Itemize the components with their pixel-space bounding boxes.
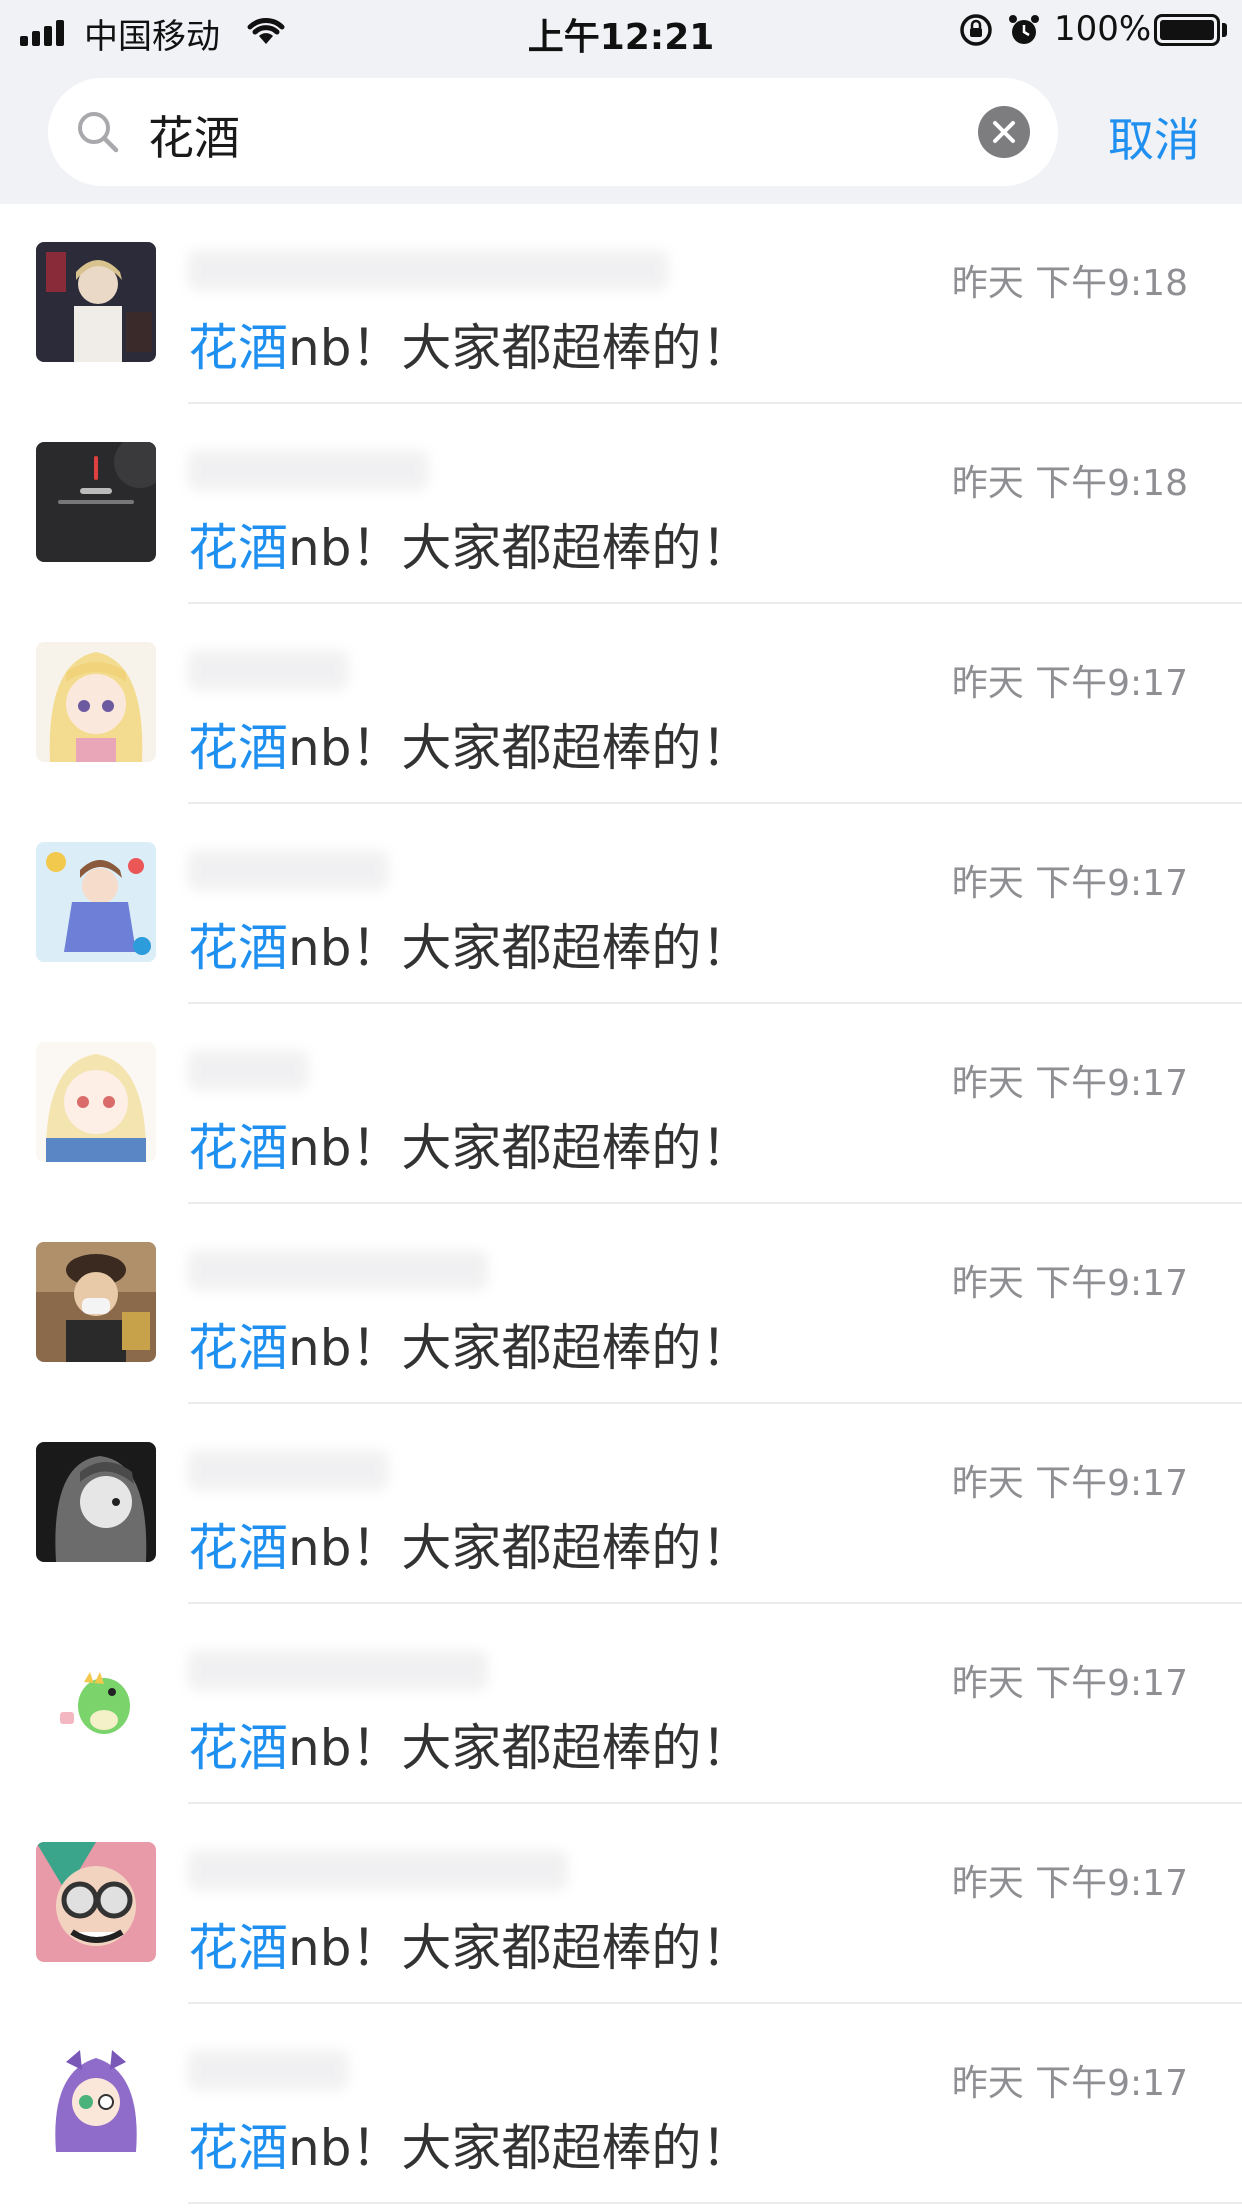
search-icon <box>78 112 119 153</box>
avatar <box>36 1242 156 1362</box>
message-preview: 花酒nb！大家都超棒的！ <box>188 1908 751 1980</box>
search-highlight: 花酒 <box>188 1719 288 1777</box>
cancel-button[interactable]: 取消 <box>1108 104 1200 170</box>
message-rest: nb！大家都超棒的！ <box>288 1719 752 1777</box>
message-preview: 花酒nb！大家都超棒的！ <box>188 2108 751 2180</box>
message-rest: nb！大家都超棒的！ <box>288 1119 752 1177</box>
message-preview: 花酒nb！大家都超棒的！ <box>188 508 751 580</box>
sender-name-redacted <box>188 850 388 890</box>
message-rest: nb！大家都超棒的！ <box>288 2119 752 2177</box>
message-preview: 花酒nb！大家都超棒的！ <box>188 308 751 380</box>
anime-avatar-monochrome <box>36 1442 156 1562</box>
message-preview: 花酒nb！大家都超棒的！ <box>188 1108 751 1180</box>
search-result-row[interactable]: 昨天 下午9:17 花酒nb！大家都超棒的！ <box>0 2004 1242 2204</box>
search-header: 中国移动 上午12:21 100% 花酒 取消 <box>0 0 1242 204</box>
message-preview: 花酒nb！大家都超棒的！ <box>188 708 751 780</box>
message-rest: nb！大家都超棒的！ <box>288 919 752 977</box>
message-rest: nb！大家都超棒的！ <box>288 1519 752 1577</box>
sender-name-redacted <box>188 1050 308 1090</box>
message-time: 昨天 下午9:17 <box>951 863 1188 904</box>
search-highlight: 花酒 <box>188 519 288 577</box>
search-highlight: 花酒 <box>188 1519 288 1577</box>
dinosaur-sticker-avatar <box>36 1642 156 1762</box>
message-time: 昨天 下午9:18 <box>951 463 1188 504</box>
close-icon <box>993 121 1015 143</box>
message-time: 昨天 下午9:17 <box>951 663 1188 704</box>
search-input[interactable]: 花酒 <box>48 78 1058 186</box>
clear-search-button[interactable] <box>978 106 1030 158</box>
rotation-lock-icon <box>960 14 992 46</box>
avatar <box>36 1442 156 1562</box>
message-time: 昨天 下午9:17 <box>951 1063 1188 1104</box>
message-time: 昨天 下午9:17 <box>951 2063 1188 2104</box>
battery-icon <box>1154 14 1220 46</box>
search-results-list: 昨天 下午9:18 花酒nb！大家都超棒的！ 昨天 下午9:18 花酒nb！大家都超棒… <box>0 204 1242 2204</box>
search-result-row[interactable]: 昨天 下午9:17 花酒nb！大家都超棒的！ <box>0 1804 1242 2004</box>
row-divider <box>188 2202 1242 2204</box>
message-preview: 花酒nb！大家都超棒的！ <box>188 908 751 980</box>
avatar <box>36 442 156 562</box>
search-result-row[interactable]: 昨天 下午9:17 花酒nb！大家都超棒的！ <box>0 1004 1242 1204</box>
anime-avatar-goggles <box>36 1842 156 1962</box>
battery-percentage: 100% <box>1054 9 1152 49</box>
photo-avatar-cap <box>36 1242 156 1362</box>
anime-avatar-purple <box>36 2042 156 2162</box>
message-time: 昨天 下午9:17 <box>951 1863 1188 1904</box>
search-highlight: 花酒 <box>188 1319 288 1377</box>
anime-avatar-pale <box>36 1042 156 1162</box>
search-result-row[interactable]: 昨天 下午9:18 花酒nb！大家都超棒的！ <box>0 204 1242 404</box>
avatar <box>36 842 156 962</box>
sender-name-redacted <box>188 250 668 290</box>
search-highlight: 花酒 <box>188 1919 288 1977</box>
sender-name-redacted <box>188 2050 348 2090</box>
sender-name-redacted <box>188 1850 568 1890</box>
search-highlight: 花酒 <box>188 719 288 777</box>
anime-avatar-dark <box>36 242 156 362</box>
search-result-row[interactable]: 昨天 下午9:18 花酒nb！大家都超棒的！ <box>0 404 1242 604</box>
message-preview: 花酒nb！大家都超棒的！ <box>188 1708 751 1780</box>
search-result-row[interactable]: 昨天 下午9:17 花酒nb！大家都超棒的！ <box>0 604 1242 804</box>
message-preview: 花酒nb！大家都超棒的！ <box>188 1508 751 1580</box>
message-rest: nb！大家都超棒的！ <box>288 519 752 577</box>
message-rest: nb！大家都超棒的！ <box>288 1919 752 1977</box>
status-bar: 中国移动 上午12:21 100% <box>0 0 1242 62</box>
sender-name-redacted <box>188 650 348 690</box>
search-result-row[interactable]: 昨天 下午9:17 花酒nb！大家都超棒的！ <box>0 1404 1242 1604</box>
alarm-icon <box>1009 15 1039 44</box>
sender-name-redacted <box>188 1450 388 1490</box>
message-rest: nb！大家都超棒的！ <box>288 719 752 777</box>
sender-name-redacted <box>188 450 428 490</box>
message-time: 昨天 下午9:17 <box>951 1463 1188 1504</box>
avatar <box>36 1042 156 1162</box>
sender-name-redacted <box>188 1650 488 1690</box>
search-highlight: 花酒 <box>188 2119 288 2177</box>
message-time: 昨天 下午9:18 <box>951 263 1188 304</box>
message-rest: nb！大家都超棒的！ <box>288 1319 752 1377</box>
avatar <box>36 642 156 762</box>
avatar <box>36 1842 156 1962</box>
message-time: 昨天 下午9:17 <box>951 1263 1188 1304</box>
search-result-row[interactable]: 昨天 下午9:17 花酒nb！大家都超棒的！ <box>0 1204 1242 1404</box>
search-query[interactable]: 花酒 <box>148 102 240 168</box>
battery-tip <box>1222 23 1227 37</box>
search-highlight: 花酒 <box>188 1119 288 1177</box>
anime-avatar-colorful <box>36 842 156 962</box>
message-time: 昨天 下午9:17 <box>951 1663 1188 1704</box>
avatar <box>36 242 156 362</box>
search-highlight: 花酒 <box>188 919 288 977</box>
search-result-row[interactable]: 昨天 下午9:17 花酒nb！大家都超棒的！ <box>0 804 1242 1004</box>
avatar <box>36 1642 156 1762</box>
message-rest: nb！大家都超棒的！ <box>288 319 752 377</box>
avatar <box>36 2042 156 2162</box>
temperature-widget-avatar <box>36 442 156 562</box>
sender-name-redacted <box>188 1250 488 1290</box>
search-result-row[interactable]: 昨天 下午9:17 花酒nb！大家都超棒的！ <box>0 1604 1242 1804</box>
search-highlight: 花酒 <box>188 319 288 377</box>
message-preview: 花酒nb！大家都超棒的！ <box>188 1308 751 1380</box>
anime-avatar-blonde <box>36 642 156 762</box>
